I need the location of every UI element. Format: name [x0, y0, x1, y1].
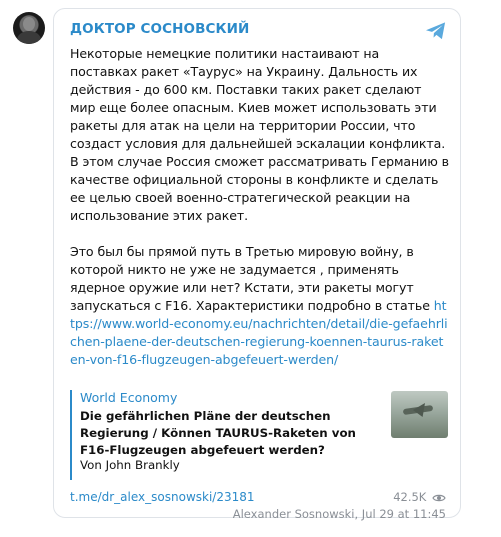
post-paragraph-2-text: Это был бы прямой путь в Третью мировую … — [70, 244, 430, 313]
preview-author: Von John Brankly — [80, 458, 180, 472]
avatar-head-shape — [23, 17, 35, 31]
preview-title: Die gefährlichen Pläne der deutschen Reg… — [80, 409, 356, 457]
post-permalink[interactable]: t.me/dr_alex_sosnowski/23181 — [70, 490, 255, 504]
post-text: Некоторые немецкие политики настаивают н… — [70, 45, 450, 369]
jet-wing-shape — [413, 403, 425, 417]
preview-site-name: World Economy — [80, 390, 178, 405]
channel-avatar[interactable] — [13, 12, 45, 44]
post-meta: Alexander Sosnowski, Jul 29 at 11:45 — [233, 507, 446, 521]
post-card: ДОКТОР СОСНОВСКИЙ Некоторые немецкие пол… — [53, 8, 461, 521]
post-author-date: Alexander Sosnowski, Jul 29 at — [232, 507, 410, 521]
eye-icon — [432, 494, 446, 502]
channel-name[interactable]: ДОКТОР СОСНОВСКИЙ — [70, 21, 249, 37]
preview-thumbnail[interactable] — [391, 391, 448, 438]
link-preview[interactable]: World Economy Die gefährlichen Pläne der… — [70, 388, 448, 484]
post-time[interactable]: 11:45 — [413, 507, 446, 521]
view-count: 42.5K — [393, 490, 446, 504]
preview-accent-bar — [70, 390, 72, 480]
post-paragraph-1: Некоторые немецкие политики настаивают н… — [70, 46, 449, 223]
telegram-icon[interactable] — [425, 21, 447, 41]
avatar-shoulders-shape — [17, 31, 41, 44]
view-count-value: 42.5K — [393, 490, 427, 504]
post-paragraph-2: Это был бы прямой путь в Третью мировую … — [70, 243, 450, 369]
